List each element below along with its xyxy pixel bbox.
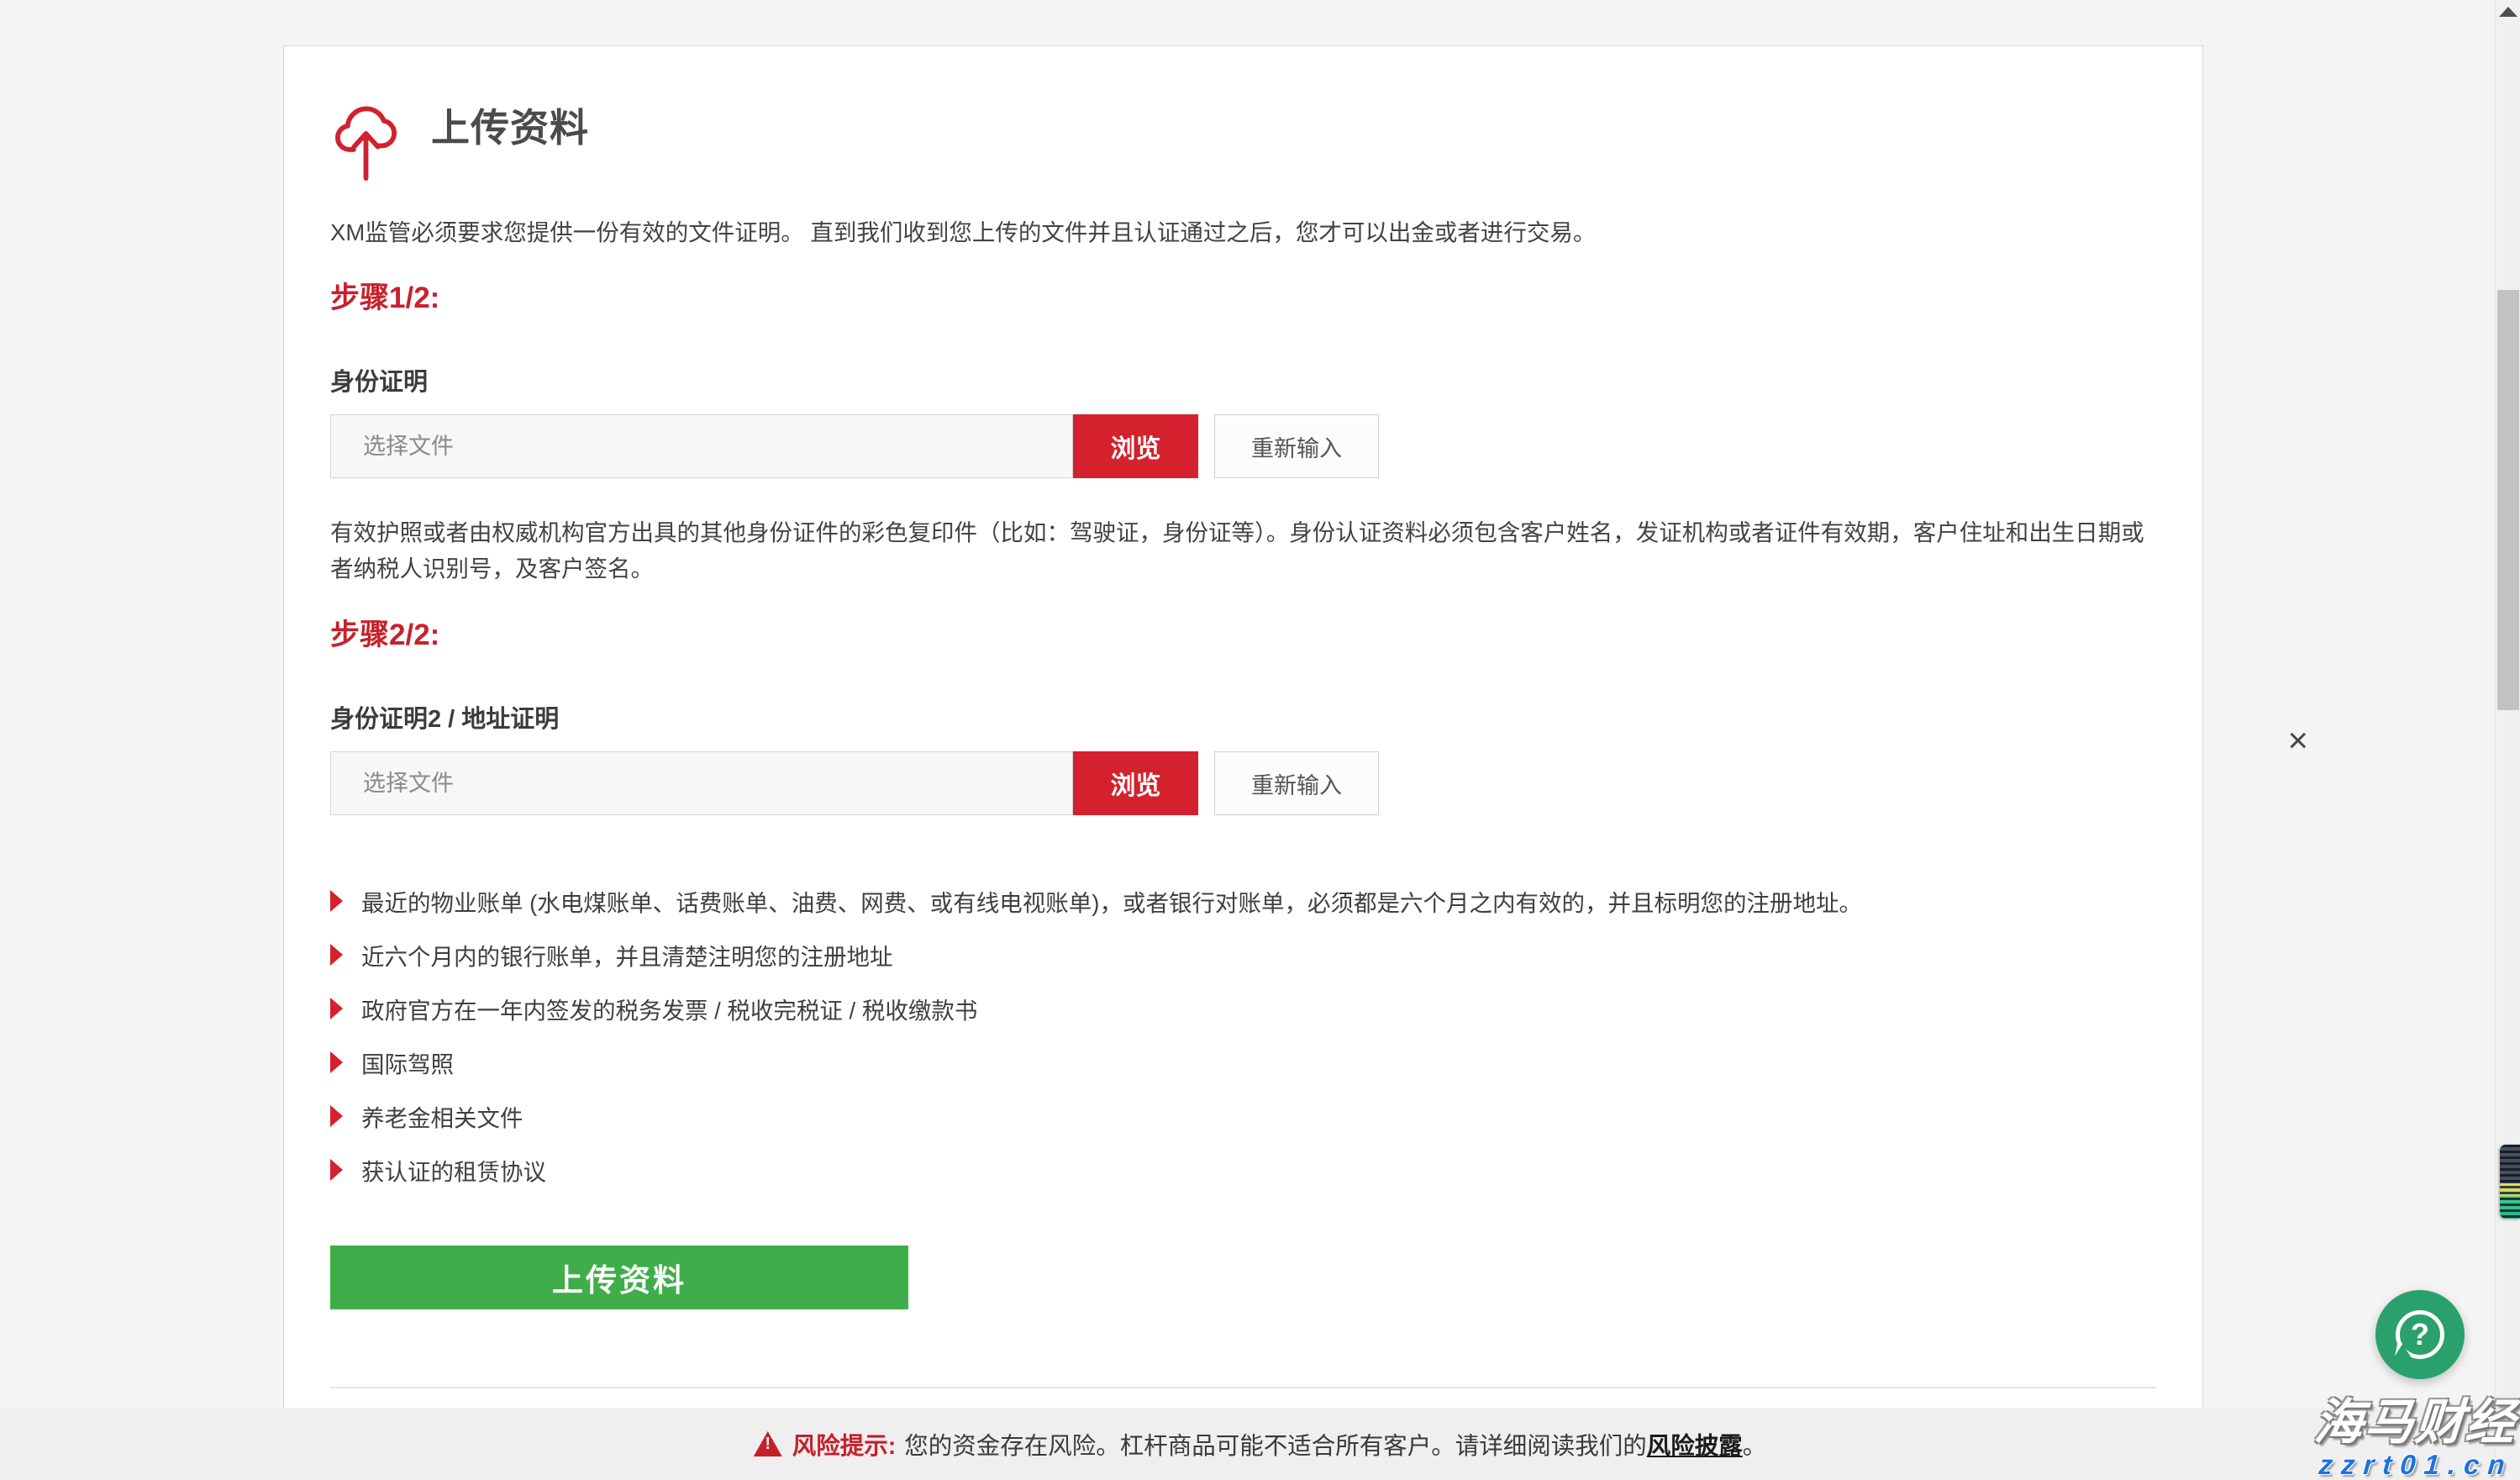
help-chat-button[interactable]: ?: [2375, 1290, 2465, 1379]
list-item-text: 养老金相关文件: [361, 1099, 523, 1133]
step1-browse-button[interactable]: 浏览: [1073, 414, 1198, 478]
risk-warning-label: 风险提示:: [792, 1427, 897, 1462]
step2-file-row: 浏览 重新输入: [330, 751, 2156, 815]
upload-submit-button[interactable]: 上传资料: [330, 1246, 908, 1309]
step1-reset-button[interactable]: 重新输入: [1214, 414, 1379, 478]
risk-warning-suffix: 。: [1743, 1427, 1767, 1462]
warning-triangle-icon: [754, 1431, 782, 1456]
bullet-triangle-icon: [330, 1105, 343, 1127]
step2-browse-button[interactable]: 浏览: [1073, 751, 1198, 815]
help-chat-icon: ?: [2396, 1310, 2444, 1359]
intro-text: XM监管必须要求您提供一份有效的文件证明。 直到我们收到您上传的文件并且认证通过…: [330, 216, 2156, 250]
close-icon[interactable]: ×: [2287, 723, 2308, 758]
step2-field-label: 身份证明2 / 地址证明: [330, 703, 2156, 736]
risk-warning-bar: 风险提示: 您的资金存在风险。杠杆商品可能不适合所有客户。请详细阅读我们的 风险…: [0, 1408, 2520, 1480]
bullet-triangle-icon: [330, 944, 343, 966]
step2-file-input[interactable]: [330, 751, 1073, 815]
list-item: 获认证的租赁协议: [330, 1143, 2156, 1197]
list-item-text: 国际驾照: [361, 1045, 454, 1079]
risk-disclosure-link[interactable]: 风险披露: [1647, 1427, 1743, 1462]
bullet-triangle-icon: [330, 1051, 343, 1073]
step1-file-row: 浏览 重新输入: [330, 414, 2156, 478]
bullet-triangle-icon: [330, 1159, 343, 1181]
scrollbar-thumb[interactable]: [2497, 290, 2519, 710]
risk-warning-content: 风险提示: 您的资金存在风险。杠杆商品可能不适合所有客户。请详细阅读我们的 风险…: [754, 1427, 1767, 1462]
title-row: 上传资料: [330, 88, 2156, 162]
risk-warning-text: 您的资金存在风险。杠杆商品可能不适合所有客户。请详细阅读我们的: [904, 1427, 1647, 1462]
step2-heading: 步骤2/2:: [330, 617, 2156, 654]
list-item-text: 获认证的租赁协议: [361, 1153, 546, 1187]
list-item: 国际驾照: [330, 1035, 2156, 1089]
list-item-text: 近六个月内的银行账单，并且清楚注明您的注册地址: [361, 938, 893, 972]
list-item: 政府官方在一年内签发的税务发票 / 税收完税证 / 税收缴款书: [330, 982, 2156, 1035]
list-item-text: 最近的物业账单 (水电煤账单、话费账单、油费、网费、或有线电视账单)，或者银行对…: [361, 884, 1862, 918]
page-title: 上传资料: [431, 97, 589, 153]
upload-card-content: 上传资料 XM监管必须要求您提供一份有效的文件证明。 直到我们收到您上传的文件并…: [284, 46, 2202, 1388]
step1-heading: 步骤1/2:: [330, 280, 2156, 317]
vertical-scrollbar[interactable]: [2495, 0, 2520, 1480]
step2-reset-button[interactable]: 重新输入: [1214, 751, 1379, 815]
edge-volume-widget[interactable]: [2500, 1145, 2520, 1219]
scroll-up-arrow-icon[interactable]: [2499, 7, 2517, 17]
list-item: 近六个月内的银行账单，并且清楚注明您的注册地址: [330, 928, 2156, 982]
upload-card: 上传资料 XM监管必须要求您提供一份有效的文件证明。 直到我们收到您上传的文件并…: [283, 45, 2203, 1480]
bullet-triangle-icon: [330, 890, 343, 912]
accepted-documents-list: 最近的物业账单 (水电煤账单、话费账单、油费、网费、或有线电视账单)，或者银行对…: [330, 874, 2156, 1197]
bullet-triangle-icon: [330, 998, 343, 1019]
question-mark-glyph: ?: [2411, 1319, 2429, 1350]
step1-field-label: 身份证明: [330, 366, 2156, 399]
step1-description: 有效护照或者由权威机构官方出具的其他身份证件的彩色复印件（比如：驾驶证，身份证等…: [330, 515, 2156, 587]
list-item: 养老金相关文件: [330, 1089, 2156, 1143]
list-item: 最近的物业账单 (水电煤账单、话费账单、油费、网费、或有线电视账单)，或者银行对…: [330, 874, 2156, 928]
page-root: 上传资料 XM监管必须要求您提供一份有效的文件证明。 直到我们收到您上传的文件并…: [0, 0, 2520, 1480]
list-item-text: 政府官方在一年内签发的税务发票 / 税收完税证 / 税收缴款书: [361, 992, 977, 1025]
cloud-upload-icon: [330, 92, 402, 183]
footer-divider: [330, 1387, 2156, 1388]
step1-file-input[interactable]: [330, 414, 1073, 478]
